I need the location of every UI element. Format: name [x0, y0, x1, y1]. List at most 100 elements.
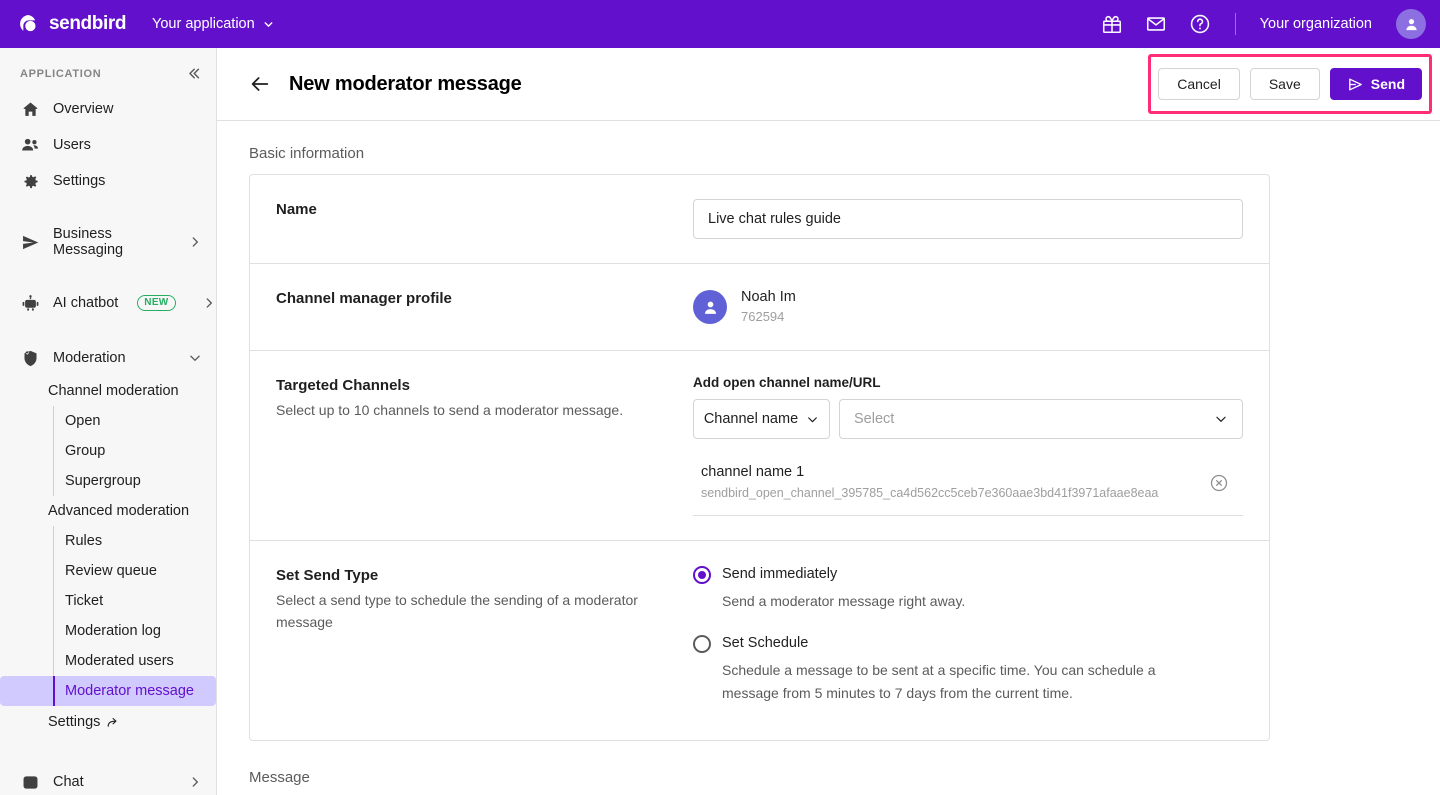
sidebar-chat-group: Chat — [0, 750, 216, 795]
organization-label[interactable]: Your organization — [1260, 16, 1372, 32]
remove-channel-button[interactable] — [1209, 473, 1229, 493]
channel-name: channel name 1 — [701, 464, 805, 481]
sidebar-item-group[interactable]: Group — [54, 436, 216, 466]
send-button[interactable]: Send — [1329, 68, 1422, 100]
sidebar-item-settings[interactable]: Settings — [0, 163, 216, 199]
section-title-message: Message — [249, 768, 310, 786]
application-switcher-label: Your application — [152, 16, 255, 32]
page-title: New moderator message — [289, 72, 522, 95]
row-label: Name — [276, 201, 317, 218]
sidebar-subheader-advanced-moderation[interactable]: Advanced moderation — [0, 496, 216, 526]
send-icon — [20, 232, 40, 252]
body: APPLICATION Overview Users Settings Busi… — [0, 48, 1440, 795]
sidebar-moderation-group: Moderation Channel moderation Open Group… — [0, 331, 216, 750]
row-field-wrap — [693, 199, 1243, 239]
status-badge: NEW — [137, 295, 176, 311]
save-button[interactable]: Save — [1249, 68, 1320, 100]
send-button-label: Send — [1370, 76, 1405, 92]
row-field-wrap: Add open channel name/URL Channel name S… — [693, 375, 1243, 517]
page-header: New moderator message Cancel Save Send — [217, 48, 1440, 121]
sidebar-section-label: APPLICATION — [20, 67, 102, 80]
channel-search-select[interactable]: Select — [839, 399, 1243, 440]
sidebar-ai-chatbot-group: AI chatbot NEW — [0, 276, 216, 331]
chevron-down-icon — [1216, 416, 1226, 422]
sidebar-item-moderation[interactable]: Moderation — [0, 340, 216, 376]
chat-icon — [20, 772, 40, 792]
sidebar-item-rules[interactable]: Rules — [54, 526, 216, 556]
row-targeted-channels: Targeted Channels Select up to 10 channe… — [250, 351, 1269, 542]
sidebar-subheader-channel-moderation[interactable]: Channel moderation — [0, 376, 216, 406]
sidebar-item-moderator-message[interactable]: Moderator message — [0, 676, 216, 706]
shield-check-icon — [20, 348, 40, 368]
sidebar-item-label: Business Messaging — [53, 226, 124, 258]
cancel-button[interactable]: Cancel — [1158, 68, 1240, 100]
channel-type-select-value: Channel name — [703, 411, 799, 428]
sidebar-item-supergroup[interactable]: Supergroup — [54, 466, 216, 496]
sidebar-item-users[interactable]: Users — [0, 127, 216, 163]
sidebar-item-moderation-settings[interactable]: Settings — [0, 706, 216, 740]
row-channel-manager: Channel manager profile Noah Im 762594 — [250, 264, 1269, 352]
channel-search-controls: Channel name Select — [693, 399, 1243, 440]
help-icon[interactable] — [1189, 13, 1211, 35]
person-icon — [1405, 18, 1417, 30]
name-input[interactable] — [693, 199, 1243, 239]
radio-button[interactable] — [693, 566, 711, 585]
channel-type-select[interactable]: Channel name — [693, 399, 830, 440]
page-actions: Cancel Save Send — [1148, 54, 1432, 114]
chevron-right-icon — [188, 775, 202, 789]
radio-text: Send immediately Send a moderator messag… — [722, 565, 965, 612]
divider — [1234, 13, 1236, 35]
chevron-right-icon — [188, 235, 202, 249]
mail-icon[interactable] — [1145, 13, 1167, 35]
selected-channel-item: channel name 1 sendbird_open_channel_395… — [693, 449, 1243, 517]
row-description: Select up to 10 channels to send a moder… — [276, 402, 624, 419]
brand[interactable]: sendbird — [18, 13, 126, 35]
sidebar-item-label: Settings — [53, 173, 106, 189]
gift-icon[interactable] — [1101, 13, 1123, 35]
chevron-right-icon — [202, 296, 216, 310]
channel-manager-profile[interactable]: Noah Im 762594 — [693, 288, 1243, 326]
main-content: New moderator message Cancel Save Send B… — [217, 48, 1440, 795]
application-switcher[interactable]: Your application — [152, 16, 275, 32]
sidebar-header: APPLICATION — [0, 48, 216, 91]
sidebar-item-open[interactable]: Open — [54, 406, 216, 436]
sidebar-item-ticket[interactable]: Ticket — [54, 586, 216, 616]
row-label-wrap: Targeted Channels Select up to 10 channe… — [276, 375, 693, 516]
avatar — [693, 290, 727, 325]
row-send-type: Set Send Type Select a send type to sche… — [250, 541, 1269, 740]
sidebar-item-label: Users — [53, 137, 91, 153]
users-icon — [20, 135, 40, 155]
sidebar-item-chat[interactable]: Chat — [0, 764, 216, 795]
radio-option-send-immediately[interactable]: Send immediately Send a moderator messag… — [693, 565, 1243, 612]
field-label-add-channel: Add open channel name/URL — [693, 375, 881, 391]
sidebar-item-moderated-users[interactable]: Moderated users — [54, 646, 216, 676]
radio-description: Schedule a message to be sent at a speci… — [722, 662, 1156, 701]
sidebar-item-moderation-log[interactable]: Moderation log — [54, 616, 216, 646]
sidebar-collapse-icon[interactable] — [185, 65, 202, 82]
app-root: sendbird Your application Your organizat… — [0, 0, 1440, 795]
row-description: Select a send type to schedule the sendi… — [276, 592, 638, 631]
sidebar-item-overview[interactable]: Overview — [0, 91, 216, 127]
sidebar-item-label: AI chatbot — [53, 295, 119, 311]
radio-label: Set Schedule — [722, 635, 809, 652]
sidebar-sublist-advanced-moderation: Rules Review queue Ticket Moderation log… — [0, 526, 216, 706]
topbar-actions: Your organization — [1101, 9, 1426, 39]
person-icon — [704, 301, 716, 314]
radio-button[interactable] — [693, 635, 711, 654]
sidebar-item-ai-chatbot[interactable]: AI chatbot NEW — [0, 285, 216, 321]
gear-icon — [20, 171, 40, 191]
avatar[interactable] — [1396, 9, 1426, 39]
radio-option-set-schedule[interactable]: Set Schedule Schedule a message to be se… — [693, 634, 1243, 704]
sidebar-primary-group: Overview Users Settings — [0, 91, 216, 209]
basic-information-card: Name Channel manager profile — [249, 174, 1270, 741]
sidebar: APPLICATION Overview Users Settings Busi… — [0, 48, 217, 795]
sidebar-item-review-queue[interactable]: Review queue — [54, 556, 216, 586]
sendbird-logo-icon — [20, 15, 36, 32]
channel-url: sendbird_open_channel_395785_ca4d562cc5c… — [701, 485, 1159, 500]
back-button[interactable] — [249, 73, 271, 95]
sidebar-item-business-messaging[interactable]: Business Messaging — [0, 218, 216, 266]
sidebar-business-messaging-group: Business Messaging — [0, 209, 216, 276]
chevron-down-icon — [188, 351, 202, 365]
profile-name: Noah Im — [741, 289, 796, 305]
row-name: Name — [250, 175, 1269, 264]
